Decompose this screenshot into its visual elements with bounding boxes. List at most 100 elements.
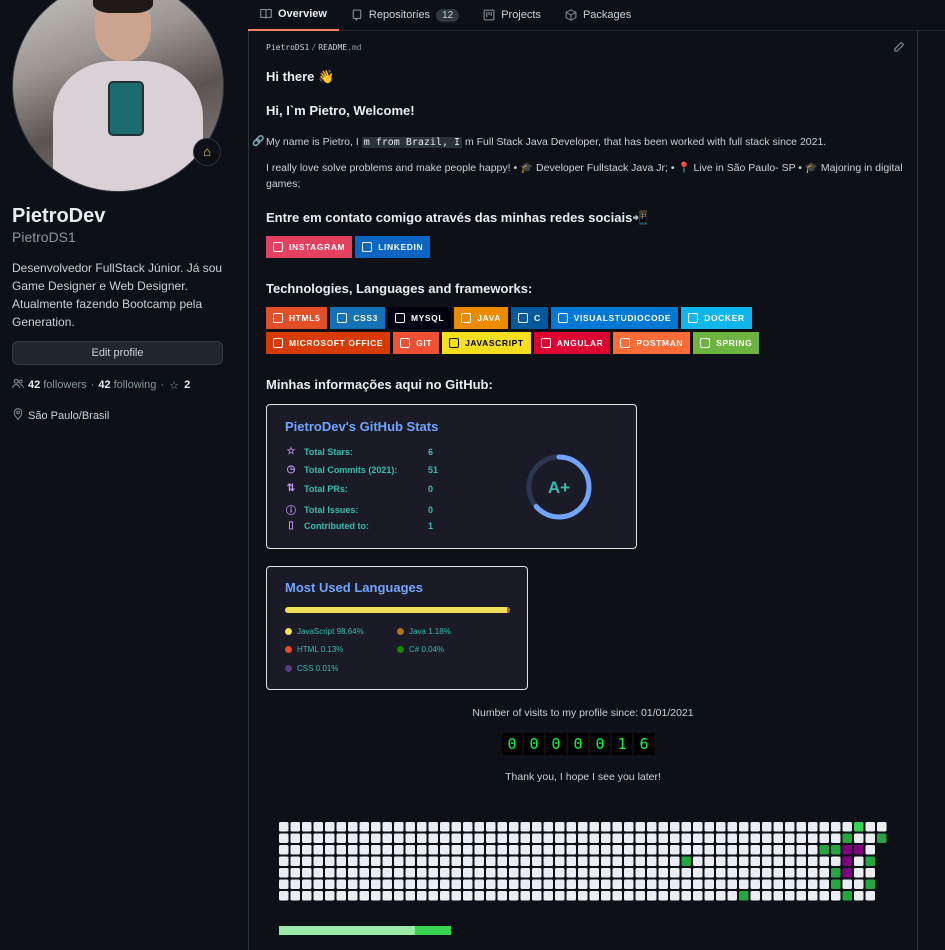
- contribution-cell: [773, 856, 783, 866]
- stat-label: Total PRs:: [304, 483, 348, 494]
- github-stats-card[interactable]: PietroDev's GitHub Stats ☆ Total Stars: …: [266, 404, 637, 549]
- contribution-cell: [693, 891, 703, 901]
- contribution-cell: [589, 822, 599, 832]
- contribution-cell: [693, 822, 703, 832]
- language-item: JavaScript 98.64%: [285, 627, 364, 636]
- badge-visualstudiocode[interactable]: VISUALSTUDIOCODE: [550, 307, 679, 329]
- edit-profile-button[interactable]: Edit profile: [12, 341, 223, 365]
- contribution-cell: [509, 845, 519, 855]
- tech-badges: HTML5 CSS3 MYSQL JAVA C VISUALSTUDIOCODE DOCKE…: [266, 307, 806, 354]
- contribution-cell: [658, 833, 668, 843]
- avatar[interactable]: [12, 0, 224, 192]
- contribution-cell: [279, 845, 289, 855]
- rank-grade: A+: [548, 478, 570, 497]
- tab-projects[interactable]: Projects: [471, 0, 553, 31]
- stars-count[interactable]: 2: [184, 379, 190, 391]
- badge-instagram[interactable]: INSTAGRAM: [266, 236, 353, 258]
- badge-linkedin[interactable]: LINKEDIN: [355, 236, 431, 258]
- contribution-cell: [532, 845, 542, 855]
- contribution-cell: [796, 891, 806, 901]
- contribution-cell: [348, 868, 358, 878]
- badge-html5[interactable]: HTML5: [266, 307, 328, 329]
- contribution-snake-animation: [279, 822, 887, 901]
- contribution-cell: [566, 822, 576, 832]
- contribution-cell: [750, 856, 760, 866]
- contribution-cell: [704, 868, 714, 878]
- badge-css3[interactable]: CSS3: [330, 307, 385, 329]
- contribution-cell: [313, 845, 323, 855]
- contribution-cell: [302, 891, 312, 901]
- badge-label: SPRING: [716, 338, 753, 348]
- badge-spring[interactable]: SPRING: [693, 332, 760, 354]
- contribution-cell: [405, 868, 415, 878]
- contribution-cell: [842, 822, 852, 832]
- contribution-cell: [302, 868, 312, 878]
- followers-count[interactable]: 42: [28, 379, 40, 391]
- contribution-cell: [313, 891, 323, 901]
- contribution-cell: [290, 822, 300, 832]
- contribution-cell: [532, 833, 542, 843]
- house-icon[interactable]: ⌂: [193, 138, 221, 166]
- visualstudiocode-icon: [557, 313, 568, 323]
- followers-link[interactable]: followers: [43, 379, 86, 391]
- contribution-cell: [704, 879, 714, 889]
- contribution-cell: [589, 868, 599, 878]
- contribution-cell: [428, 879, 438, 889]
- breadcrumb-user[interactable]: PietroDS1: [266, 43, 309, 52]
- contribution-cell: [440, 868, 450, 878]
- language-item: CSS 0.01%: [285, 664, 338, 673]
- contribution-cell: [762, 845, 772, 855]
- tab-packages-label: Packages: [582, 9, 632, 21]
- contribution-cell: [727, 879, 737, 889]
- contribution-cell: [532, 822, 542, 832]
- contribution-cell: [739, 856, 749, 866]
- contribution-cell: [497, 833, 507, 843]
- breadcrumb-file[interactable]: README: [318, 43, 347, 52]
- profile-display-name: PietroDev: [12, 205, 106, 227]
- contribution-cell: [831, 833, 841, 843]
- contribution-cell: [405, 833, 415, 843]
- contribution-cell: [808, 879, 818, 889]
- contribution-cell: [382, 879, 392, 889]
- badge-c[interactable]: C: [511, 307, 548, 329]
- contribution-cell: [302, 856, 312, 866]
- contribution-cell: [865, 868, 875, 878]
- contribution-cell: [589, 879, 599, 889]
- link-icon[interactable]: 🔗: [252, 136, 264, 147]
- contribution-cell: [831, 822, 841, 832]
- contribution-cell: [451, 856, 461, 866]
- contribution-cell: [750, 891, 760, 901]
- contribution-cell: [681, 868, 691, 878]
- tab-repositories[interactable]: Repositories 12: [339, 0, 471, 31]
- avatar-hair-shape: [93, 0, 153, 13]
- most-used-languages-card[interactable]: Most Used Languages JavaScript 98.64% Ja…: [266, 566, 528, 690]
- contribution-cell: [796, 845, 806, 855]
- following-link[interactable]: following: [114, 379, 157, 391]
- badge-mysql[interactable]: MYSQL: [387, 307, 452, 329]
- contribution-cell: [463, 868, 473, 878]
- readme-greeting: Hi there 👋: [266, 69, 335, 84]
- contribution-cell: [658, 822, 668, 832]
- contribution-cell: [624, 879, 634, 889]
- tab-overview[interactable]: Overview: [248, 0, 339, 31]
- pencil-icon[interactable]: [893, 41, 905, 56]
- badge-git[interactable]: GIT: [393, 332, 440, 354]
- badge-postman[interactable]: POSTMAN: [613, 332, 691, 354]
- contribution-cell: [290, 879, 300, 889]
- badge-javascript[interactable]: JAVASCRIPT: [442, 332, 531, 354]
- following-count[interactable]: 42: [98, 379, 110, 391]
- badge-microsoft-office[interactable]: MICROSOFT OFFICE: [266, 332, 391, 354]
- badge-label: LINKEDIN: [378, 242, 424, 252]
- contribution-cell: [739, 845, 749, 855]
- location-icon: [12, 408, 24, 423]
- contribution-cell: [796, 856, 806, 866]
- contribution-cell: [658, 868, 668, 878]
- badge-docker[interactable]: DOCKER: [681, 307, 752, 329]
- badge-angular[interactable]: ANGULAR: [533, 332, 611, 354]
- contribution-cell: [601, 833, 611, 843]
- contribution-cell: [831, 856, 841, 866]
- contribution-cell: [739, 822, 749, 832]
- badge-java[interactable]: JAVA: [454, 307, 508, 329]
- contribution-cell: [474, 833, 484, 843]
- tab-packages[interactable]: Packages: [553, 0, 643, 31]
